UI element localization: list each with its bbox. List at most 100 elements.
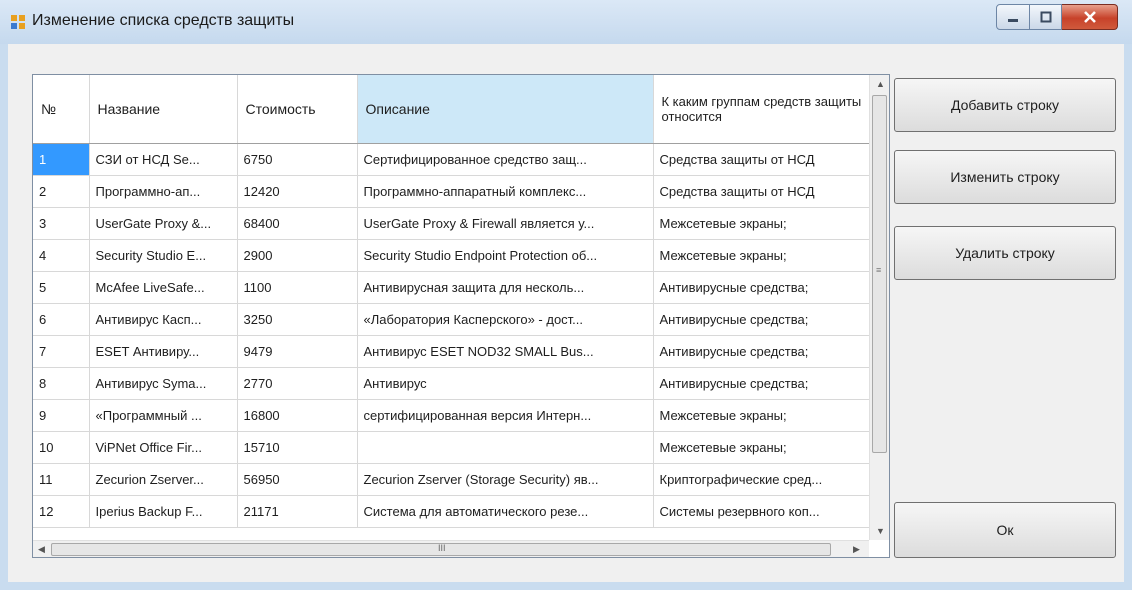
table-cell[interactable]: 2770: [237, 367, 358, 400]
vertical-scrollbar[interactable]: ▲ ≡ ▼: [869, 75, 889, 540]
table-cell[interactable]: Межсетевые экраны;: [653, 399, 874, 432]
table-cell[interactable]: ESET Антивиру...: [89, 335, 238, 368]
table-cell[interactable]: Межсетевые экраны;: [653, 239, 874, 272]
table-cell[interactable]: Антивирус Касп...: [89, 303, 238, 336]
table-cell[interactable]: Система для автоматического резе...: [357, 495, 654, 528]
table-cell[interactable]: 5: [33, 271, 90, 304]
table-row[interactable]: 8 Антивирус Syma... 2770 Антивирус Антивирус…: [33, 367, 874, 400]
table-cell[interactable]: 68400: [237, 207, 358, 240]
table-cell[interactable]: 1: [33, 143, 90, 176]
table-cell[interactable]: 3250: [237, 303, 358, 336]
table-cell[interactable]: 3: [33, 207, 90, 240]
table-cell[interactable]: UserGate Proxy & Firewall является у...: [357, 207, 654, 240]
table-cell[interactable]: 1100: [237, 271, 358, 304]
grid-table: № Название Стоимость Описание К каким гр…: [33, 75, 874, 528]
table-cell[interactable]: Антивирусные средства;: [653, 335, 874, 368]
table-cell[interactable]: Антивирусные средства;: [653, 303, 874, 336]
table-cell[interactable]: Межсетевые экраны;: [653, 207, 874, 240]
table-cell[interactable]: 56950: [237, 463, 358, 496]
table-cell[interactable]: Антивирусные средства;: [653, 367, 874, 400]
table-cell[interactable]: 7: [33, 335, 90, 368]
table-row[interactable]: 1 СЗИ от НСД Se... 6750 Сертифицированное с…: [33, 143, 874, 176]
table-cell[interactable]: Криптографические сред...: [653, 463, 874, 496]
app-icon: [11, 15, 25, 29]
scroll-left-icon[interactable]: ◀: [38, 544, 45, 555]
table-cell[interactable]: 6750: [237, 143, 358, 176]
table-cell[interactable]: [357, 431, 654, 464]
window-title: Изменение списка средств защиты: [32, 12, 295, 29]
table-cell[interactable]: Межсетевые экраны;: [653, 431, 874, 464]
table-cell[interactable]: Средства защиты от НСД: [653, 175, 874, 208]
table-cell[interactable]: 4: [33, 239, 90, 272]
table-cell[interactable]: Security Studio E...: [89, 239, 238, 272]
column-header-number[interactable]: №: [33, 75, 90, 144]
table-cell[interactable]: Антивирус Syma...: [89, 367, 238, 400]
table-row[interactable]: 3 UserGate Proxy &... 68400 UserGate Proxy …: [33, 207, 874, 240]
table-row[interactable]: 9 «Программный ... 16800 сертифицированная …: [33, 399, 874, 432]
table-cell[interactable]: Сертифицированное средство защ...: [357, 143, 654, 176]
edit-row-button[interactable]: Изменить строку: [894, 150, 1116, 204]
table-cell[interactable]: Zecurion Zserver (Storage Security) яв..…: [357, 463, 654, 496]
table-cell[interactable]: 16800: [237, 399, 358, 432]
table-row[interactable]: 4 Security Studio E... 2900 Security Studio…: [33, 239, 874, 272]
table-cell[interactable]: 9479: [237, 335, 358, 368]
horizontal-scroll-thumb[interactable]: III: [51, 543, 831, 556]
table-cell[interactable]: Средства защиты от НСД: [653, 143, 874, 176]
table-row[interactable]: 11 Zecurion Zserver... 56950 Zecurion Zserv…: [33, 463, 874, 496]
hscroll-grip-icon: III: [438, 543, 446, 553]
add-row-button[interactable]: Добавить строку: [894, 78, 1116, 132]
table-cell[interactable]: Security Studio Endpoint Protection об..…: [357, 239, 654, 272]
table-cell[interactable]: 12: [33, 495, 90, 528]
scroll-grip-icon: ≡: [876, 265, 882, 275]
table-cell[interactable]: Антивирусная защита для несколь...: [357, 271, 654, 304]
horizontal-scrollbar[interactable]: ◀ III ▶: [33, 540, 869, 557]
close-button[interactable]: [1062, 4, 1118, 30]
delete-row-button[interactable]: Удалить строку: [894, 226, 1116, 280]
column-header-cost[interactable]: Стоимость: [237, 75, 358, 144]
table-row[interactable]: 10 ViPNet Office Fir... 15710 Межсетевые эк…: [33, 431, 874, 464]
table-cell[interactable]: Zecurion Zserver...: [89, 463, 238, 496]
table-cell[interactable]: СЗИ от НСД Se...: [89, 143, 238, 176]
table-row[interactable]: 5 McAfee LiveSafe... 1100 Антивирусная защи…: [33, 271, 874, 304]
scroll-right-icon[interactable]: ▶: [853, 544, 860, 555]
table-cell[interactable]: ViPNet Office Fir...: [89, 431, 238, 464]
table-cell[interactable]: UserGate Proxy &...: [89, 207, 238, 240]
table-cell[interactable]: 21171: [237, 495, 358, 528]
table-cell[interactable]: Программно-ап...: [89, 175, 238, 208]
scroll-down-icon[interactable]: ▼: [876, 526, 885, 536]
table-cell[interactable]: Антивирус ESET NOD32 SMALL Bus...: [357, 335, 654, 368]
table-row[interactable]: 2 Программно-ап... 12420 Программно-аппарат…: [33, 175, 874, 208]
maximize-button[interactable]: [1030, 4, 1062, 30]
table-row[interactable]: 7 ESET Антивиру... 9479 Антивирус ESET NOD3…: [33, 335, 874, 368]
table-cell[interactable]: 12420: [237, 175, 358, 208]
table-cell[interactable]: Программно-аппаратный комплекс...: [357, 175, 654, 208]
table-cell[interactable]: сертифицированная версия Интерн...: [357, 399, 654, 432]
table-cell[interactable]: Антивирус: [357, 367, 654, 400]
table-cell[interactable]: 6: [33, 303, 90, 336]
minimize-button[interactable]: [996, 4, 1030, 30]
table-cell[interactable]: «Программный ...: [89, 399, 238, 432]
table-cell[interactable]: 8: [33, 367, 90, 400]
table-cell[interactable]: 10: [33, 431, 90, 464]
data-grid[interactable]: № Название Стоимость Описание К каким гр…: [32, 74, 890, 558]
column-header-groups[interactable]: К каким группам средств защиты относится: [653, 75, 874, 144]
close-icon: [1083, 11, 1096, 23]
table-cell[interactable]: «Лаборатория Касперского» - дост...: [357, 303, 654, 336]
column-header-name[interactable]: Название: [89, 75, 238, 144]
table-cell[interactable]: McAfee LiveSafe...: [89, 271, 238, 304]
column-header-description[interactable]: Описание: [357, 75, 654, 144]
table-row[interactable]: 12 Iperius Backup F... 21171 Система для ав…: [33, 495, 874, 528]
table-cell[interactable]: Антивирусные средства;: [653, 271, 874, 304]
table-cell[interactable]: Iperius Backup F...: [89, 495, 238, 528]
table-cell[interactable]: 15710: [237, 431, 358, 464]
ok-button[interactable]: Ок: [894, 502, 1116, 558]
table-cell[interactable]: 9: [33, 399, 90, 432]
table-row[interactable]: 6 Антивирус Касп... 3250 «Лаборатория Каспе…: [33, 303, 874, 336]
table-cell[interactable]: 2: [33, 175, 90, 208]
scroll-up-icon[interactable]: ▲: [876, 79, 885, 89]
title-bar[interactable]: Изменение списка средств защиты: [0, 0, 1132, 44]
table-cell[interactable]: Системы резервного коп...: [653, 495, 874, 528]
vertical-scroll-thumb[interactable]: ≡: [872, 95, 887, 453]
table-cell[interactable]: 2900: [237, 239, 358, 272]
table-cell[interactable]: 11: [33, 463, 90, 496]
